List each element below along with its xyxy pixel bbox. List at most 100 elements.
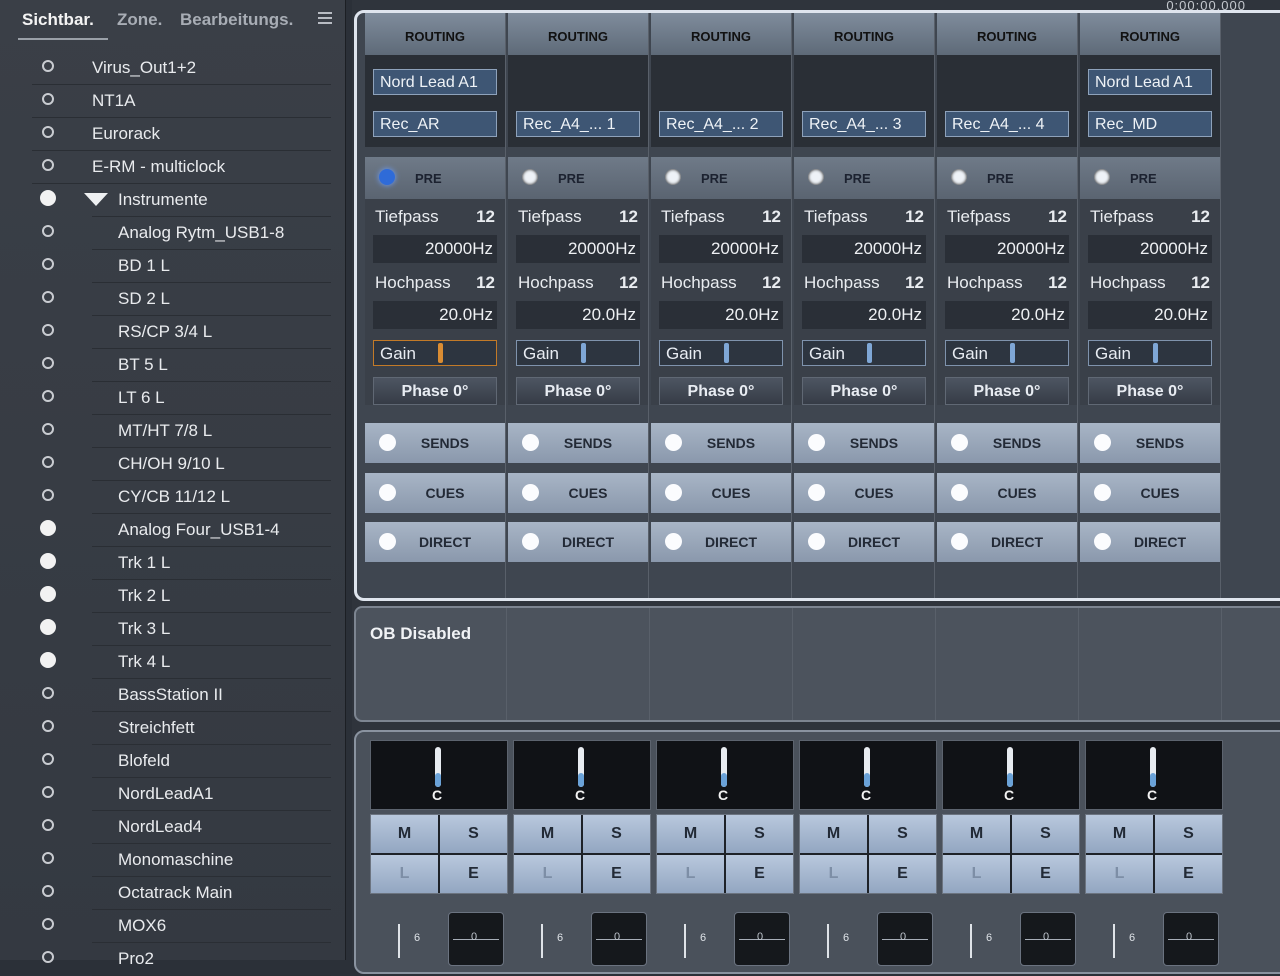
pre-header[interactable]: PRE bbox=[651, 157, 791, 199]
sends-section-header[interactable]: SENDS bbox=[937, 423, 1077, 463]
direct-enable-led[interactable] bbox=[665, 533, 682, 550]
pre-enable-led[interactable] bbox=[665, 169, 681, 185]
highpass-value[interactable]: 20.0Hz bbox=[516, 301, 640, 329]
listen-button[interactable]: L bbox=[1086, 855, 1153, 893]
lowpass-value[interactable]: 20000Hz bbox=[802, 235, 926, 263]
track-row[interactable]: SD 2 L bbox=[0, 283, 345, 316]
gain-slider[interactable]: Gain bbox=[659, 340, 783, 366]
routing-input-select[interactable]: Nord Lead A1 bbox=[373, 69, 497, 95]
pre-header[interactable]: PRE bbox=[1080, 157, 1220, 199]
pan-indicator[interactable] bbox=[864, 747, 870, 787]
mute-button[interactable]: M bbox=[371, 815, 438, 853]
lowpass-filter[interactable]: Tiefpass 12 20000Hz bbox=[659, 207, 783, 267]
highpass-value[interactable]: 20.0Hz bbox=[1088, 301, 1212, 329]
gain-slider-handle[interactable] bbox=[867, 343, 872, 363]
pre-enable-led[interactable] bbox=[379, 169, 395, 185]
visibility-toggle[interactable] bbox=[42, 885, 54, 897]
sends-enable-led[interactable] bbox=[522, 434, 539, 451]
tab-edit[interactable]: Bearbeitungs. bbox=[180, 10, 293, 30]
cues-section-header[interactable]: CUES bbox=[508, 473, 648, 513]
visibility-toggle[interactable] bbox=[42, 390, 54, 402]
listen-button[interactable]: L bbox=[657, 855, 724, 893]
gain-slider[interactable]: Gain bbox=[1088, 340, 1212, 366]
pre-enable-led[interactable] bbox=[808, 169, 824, 185]
gain-slider-handle[interactable] bbox=[1153, 343, 1158, 363]
direct-enable-led[interactable] bbox=[522, 533, 539, 550]
filter-slope-label[interactable]: 12 bbox=[905, 207, 924, 227]
routing-output-select[interactable]: Rec_MD bbox=[1088, 111, 1212, 137]
edit-button[interactable]: E bbox=[1012, 855, 1079, 893]
sends-enable-led[interactable] bbox=[665, 434, 682, 451]
mute-button[interactable]: M bbox=[800, 815, 867, 853]
filter-slope-label[interactable]: 12 bbox=[1191, 207, 1210, 227]
direct-enable-led[interactable] bbox=[808, 533, 825, 550]
volume-fader[interactable]: 6 0 bbox=[799, 902, 935, 966]
cues-section-header[interactable]: CUES bbox=[1080, 473, 1220, 513]
volume-fader[interactable]: 6 0 bbox=[1085, 902, 1221, 966]
cues-section-header[interactable]: CUES bbox=[365, 473, 505, 513]
solo-button[interactable]: S bbox=[1155, 815, 1222, 853]
listen-button[interactable]: L bbox=[800, 855, 867, 893]
track-row[interactable]: Trk 3 L bbox=[0, 613, 345, 646]
filter-slope-label[interactable]: 12 bbox=[1191, 273, 1210, 293]
pre-header[interactable]: PRE bbox=[508, 157, 648, 199]
phase-button[interactable]: Phase 0° bbox=[516, 377, 640, 405]
visibility-toggle[interactable] bbox=[42, 423, 54, 435]
visibility-toggle[interactable] bbox=[42, 225, 54, 237]
track-row[interactable]: NordLeadA1 bbox=[0, 778, 345, 811]
routing-header[interactable]: ROUTING bbox=[651, 13, 791, 55]
gain-slider-handle[interactable] bbox=[724, 343, 729, 363]
routing-header[interactable]: ROUTING bbox=[508, 13, 648, 55]
track-row[interactable]: Trk 4 L bbox=[0, 646, 345, 679]
cues-enable-led[interactable] bbox=[665, 484, 682, 501]
track-row[interactable]: Blofeld bbox=[0, 745, 345, 778]
pan-control[interactable]: C bbox=[942, 740, 1080, 810]
visibility-toggle[interactable] bbox=[42, 357, 54, 369]
routing-output-select[interactable]: Rec_A4_... 2 bbox=[659, 111, 783, 137]
cues-enable-led[interactable] bbox=[522, 484, 539, 501]
filter-slope-label[interactable]: 12 bbox=[1048, 207, 1067, 227]
direct-section-header[interactable]: DIRECT bbox=[794, 522, 934, 562]
pan-control[interactable]: C bbox=[799, 740, 937, 810]
edit-button[interactable]: E bbox=[726, 855, 793, 893]
filter-slope-label[interactable]: 12 bbox=[905, 273, 924, 293]
listen-button[interactable]: L bbox=[514, 855, 581, 893]
cues-section-header[interactable]: CUES bbox=[651, 473, 791, 513]
solo-button[interactable]: S bbox=[726, 815, 793, 853]
pre-header[interactable]: PRE bbox=[365, 157, 505, 199]
visibility-toggle[interactable] bbox=[40, 619, 56, 635]
highpass-filter[interactable]: Hochpass 12 20.0Hz bbox=[516, 273, 640, 333]
track-row[interactable]: Eurorack bbox=[0, 118, 345, 151]
phase-button[interactable]: Phase 0° bbox=[945, 377, 1069, 405]
gain-slider-handle[interactable] bbox=[438, 343, 443, 363]
filter-slope-label[interactable]: 12 bbox=[476, 207, 495, 227]
gain-slider-handle[interactable] bbox=[1010, 343, 1015, 363]
pan-control[interactable]: C bbox=[513, 740, 651, 810]
track-row[interactable]: Streichfett bbox=[0, 712, 345, 745]
fader-cap[interactable]: 0 bbox=[448, 912, 504, 966]
visibility-toggle[interactable] bbox=[42, 819, 54, 831]
track-row[interactable]: RS/CP 3/4 L bbox=[0, 316, 345, 349]
fader-cap[interactable]: 0 bbox=[591, 912, 647, 966]
lowpass-filter[interactable]: Tiefpass 12 20000Hz bbox=[802, 207, 926, 267]
highpass-filter[interactable]: Hochpass 12 20.0Hz bbox=[802, 273, 926, 333]
track-row[interactable]: CY/CB 11/12 L bbox=[0, 481, 345, 514]
listen-button[interactable]: L bbox=[943, 855, 1010, 893]
track-row[interactable]: Analog Rytm_USB1-8 bbox=[0, 217, 345, 250]
filter-slope-label[interactable]: 12 bbox=[1048, 273, 1067, 293]
track-row[interactable]: LT 6 L bbox=[0, 382, 345, 415]
visibility-toggle[interactable] bbox=[40, 553, 56, 569]
track-row[interactable]: Analog Four_USB1-4 bbox=[0, 514, 345, 547]
visibility-toggle[interactable] bbox=[40, 190, 56, 206]
visibility-toggle[interactable] bbox=[42, 720, 54, 732]
pan-indicator[interactable] bbox=[1150, 747, 1156, 787]
routing-header[interactable]: ROUTING bbox=[365, 13, 505, 55]
sends-enable-led[interactable] bbox=[1094, 434, 1111, 451]
direct-enable-led[interactable] bbox=[1094, 533, 1111, 550]
solo-button[interactable]: S bbox=[1012, 815, 1079, 853]
track-row[interactable]: Monomaschine bbox=[0, 844, 345, 877]
sends-section-header[interactable]: SENDS bbox=[508, 423, 648, 463]
filter-slope-label[interactable]: 12 bbox=[476, 273, 495, 293]
track-row[interactable]: NT1A bbox=[0, 85, 345, 118]
cues-section-header[interactable]: CUES bbox=[794, 473, 934, 513]
